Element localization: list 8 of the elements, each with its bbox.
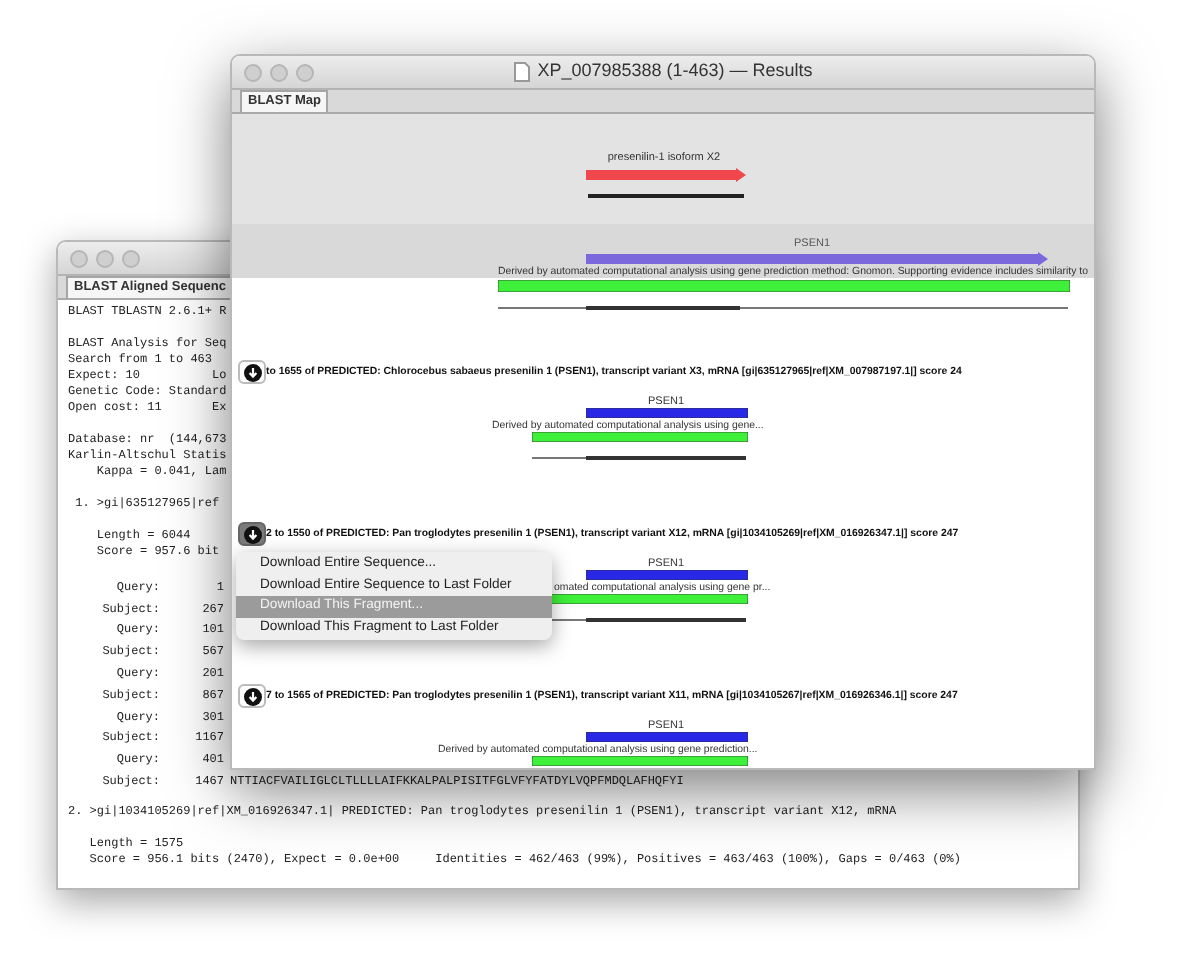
download-button[interactable] bbox=[238, 360, 266, 384]
download-icon bbox=[243, 525, 261, 543]
download-icon bbox=[243, 687, 261, 705]
window-title: XP_007985388 (1-463) — Results bbox=[537, 58, 813, 85]
download-button[interactable] bbox=[238, 684, 266, 708]
download-button[interactable] bbox=[238, 522, 266, 546]
download-icon bbox=[243, 363, 261, 381]
document-icon bbox=[513, 62, 530, 82]
